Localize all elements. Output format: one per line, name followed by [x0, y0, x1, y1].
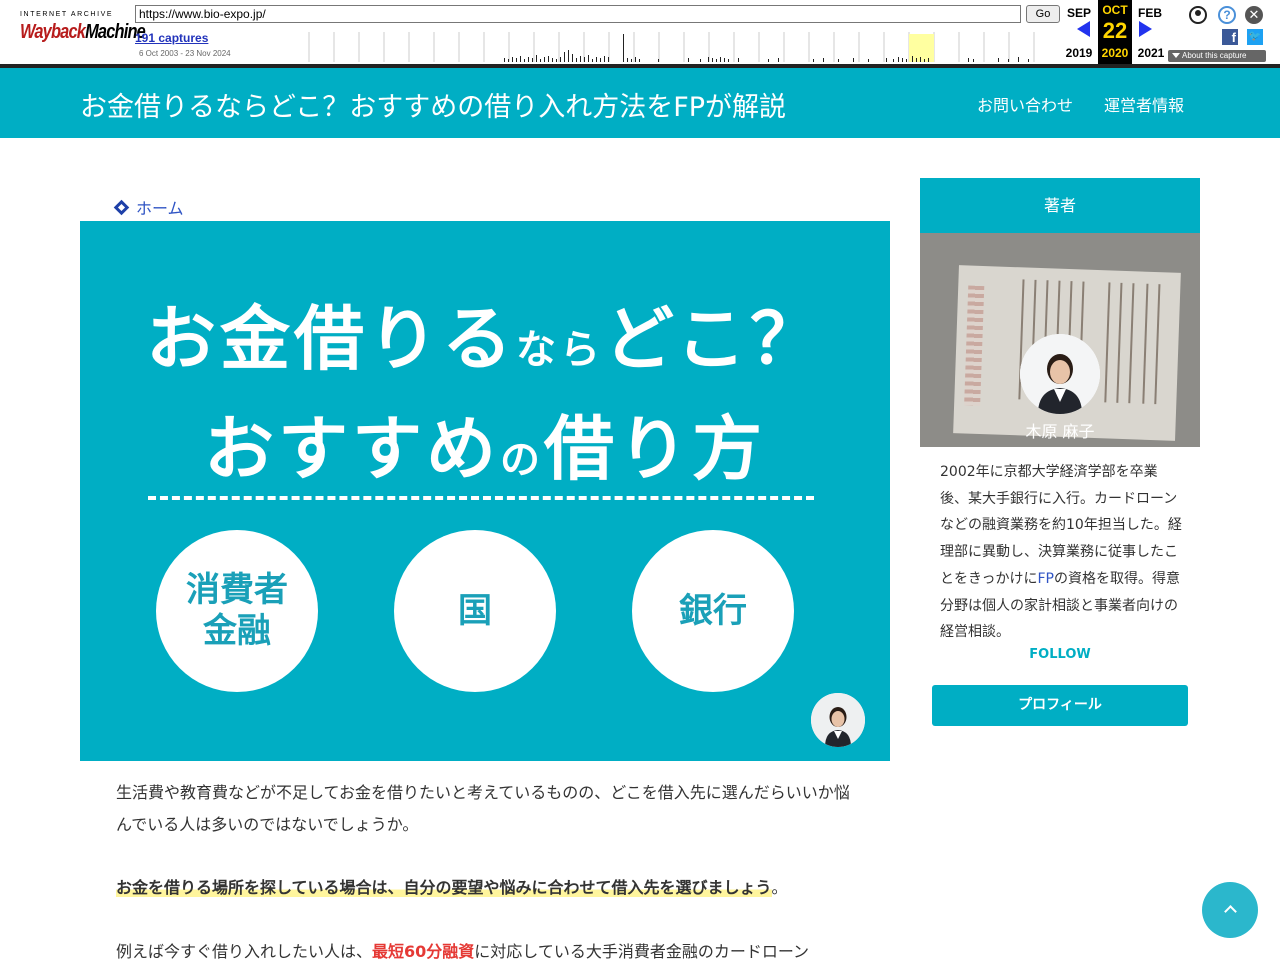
wayback-prev-year[interactable]: 2019: [1061, 46, 1097, 60]
facebook-icon[interactable]: f: [1222, 29, 1238, 45]
circle-3-label: 銀行: [679, 590, 747, 631]
article-paragraph-3: 例えば今すぐ借り入れしたい人は、最短60分融資に対応している大手消費者金融のカー…: [116, 936, 856, 968]
wayback-date-range: 6 Oct 2003 - 23 Nov 2024: [139, 49, 231, 58]
wayback-logo[interactable]: INTERNET ARCHIVE WaybackMachine: [10, 8, 146, 52]
emphasis-text: 最短60分融資: [372, 942, 475, 961]
home-diamond-icon: [113, 199, 130, 216]
help-icon[interactable]: ?: [1218, 6, 1236, 24]
hero-image: お金借りるならどこ？ おすすめの借り方 消費者 金融 国 銀行: [80, 221, 890, 761]
hero-line1-small: なら: [516, 327, 605, 373]
circle-2-label: 国: [458, 590, 492, 631]
article-paragraph-1: 生活費や教育費などが不足してお金を借りたいと考えているものの、どこを借入先に選ん…: [116, 783, 850, 834]
paragraph-2-end: 。: [771, 878, 788, 897]
wayback-cur-day: 22: [1102, 18, 1128, 43]
paragraph-3-a: 例えば今すぐ借り入れしたい人は、: [116, 942, 373, 961]
hero-line1-a: お金借りる: [146, 298, 517, 380]
wayback-captures-link[interactable]: 191 captures: [135, 31, 208, 45]
author-bio-fp-link[interactable]: FP: [1037, 571, 1054, 587]
wayback-logo-main-a: Wayback: [20, 21, 86, 43]
wayback-cur-year: 2020: [1101, 46, 1129, 60]
wayback-cur-month: OCT: [1102, 3, 1128, 17]
breadcrumb: ホーム: [113, 195, 184, 219]
site-title[interactable]: お金借りるならどこ？おすすめの借り入れ方法をFPが解説: [80, 85, 786, 124]
wayback-prev-month[interactable]: SEP: [1061, 6, 1097, 20]
wayback-next-arrow-icon[interactable]: [1139, 21, 1152, 37]
site-header: お金借りるならどこ？おすすめの借り入れ方法をFPが解説 お問い合わせ 運営者情報: [0, 68, 1280, 138]
close-icon[interactable]: ✕: [1245, 6, 1263, 24]
author-bio-a: 2002年に京都大学経済学部を卒業後、某大手銀行に入行。カードローンなどの融資業…: [940, 464, 1182, 587]
hero-line2-a: おすすめ: [204, 408, 500, 490]
wayback-next-month[interactable]: FEB: [1132, 6, 1168, 20]
hero-heading-line2: おすすめの借り方: [80, 393, 890, 494]
hero-line1-b: どこ？: [604, 298, 824, 380]
wayback-go-button[interactable]: Go: [1026, 5, 1060, 23]
hero-author-avatar: [811, 693, 865, 747]
wayback-logo-main: WaybackMachine: [20, 21, 146, 44]
back-to-top-button[interactable]: [1202, 882, 1258, 938]
about-capture-button[interactable]: About this capture: [1168, 50, 1266, 62]
hero-heading-line1: お金借りるならどこ？: [80, 283, 890, 384]
person-icon: [811, 693, 865, 747]
author-heading: 著者: [920, 178, 1200, 233]
nav-contact-link[interactable]: お問い合わせ: [977, 92, 1073, 116]
wayback-url-input[interactable]: https://www.bio-expo.jp/: [135, 5, 1021, 23]
breadcrumb-home-link[interactable]: ホーム: [136, 199, 184, 218]
author-bio: 2002年に京都大学経済学部を卒業後、某大手銀行に入行。カードローンなどの融資業…: [940, 459, 1182, 646]
hero-circle-bank: 銀行: [632, 530, 794, 692]
hero-line2-small: の: [500, 437, 544, 483]
paragraph-3-b: に対応している大手消費者金融のカードローン: [474, 942, 810, 961]
hero-circle-government: 国: [394, 530, 556, 692]
twitter-icon[interactable]: 🐦: [1247, 29, 1263, 45]
profile-button[interactable]: プロフィール: [932, 685, 1188, 726]
nav-operator-link[interactable]: 運営者情報: [1104, 92, 1184, 116]
author-avatar[interactable]: [1020, 334, 1100, 414]
hero-line2-b: 借り方: [544, 408, 766, 490]
wayback-next-year[interactable]: 2021: [1133, 46, 1169, 60]
person-icon: [1020, 334, 1100, 414]
author-cover-photo: 木原 麻子: [920, 233, 1200, 447]
wayback-logo-top: INTERNET ARCHIVE: [20, 11, 114, 18]
wayback-current-date: OCT 22 2020: [1098, 0, 1132, 64]
follow-label: FOLLOW: [1029, 647, 1091, 662]
hero-circle-consumer-finance: 消費者 金融: [156, 530, 318, 692]
user-icon[interactable]: [1189, 6, 1207, 24]
circle-1-label: 消費者 金融: [186, 570, 288, 651]
wayback-toolbar: INTERNET ARCHIVE WaybackMachine https://…: [0, 0, 1280, 68]
author-name: 木原 麻子: [1025, 422, 1095, 441]
wayback-prev-arrow-icon[interactable]: [1077, 21, 1090, 37]
wayback-capture-sparkline[interactable]: [308, 32, 1058, 62]
article-paragraph-2: お金を借りる場所を探している場合は、自分の要望や悩みに合わせて借入先を選びましょ…: [116, 872, 856, 904]
highlighted-text: お金を借りる場所を探している場合は、自分の要望や悩みに合わせて借入先を選びましょ…: [116, 878, 772, 897]
hero-dashed-divider: [148, 496, 814, 500]
